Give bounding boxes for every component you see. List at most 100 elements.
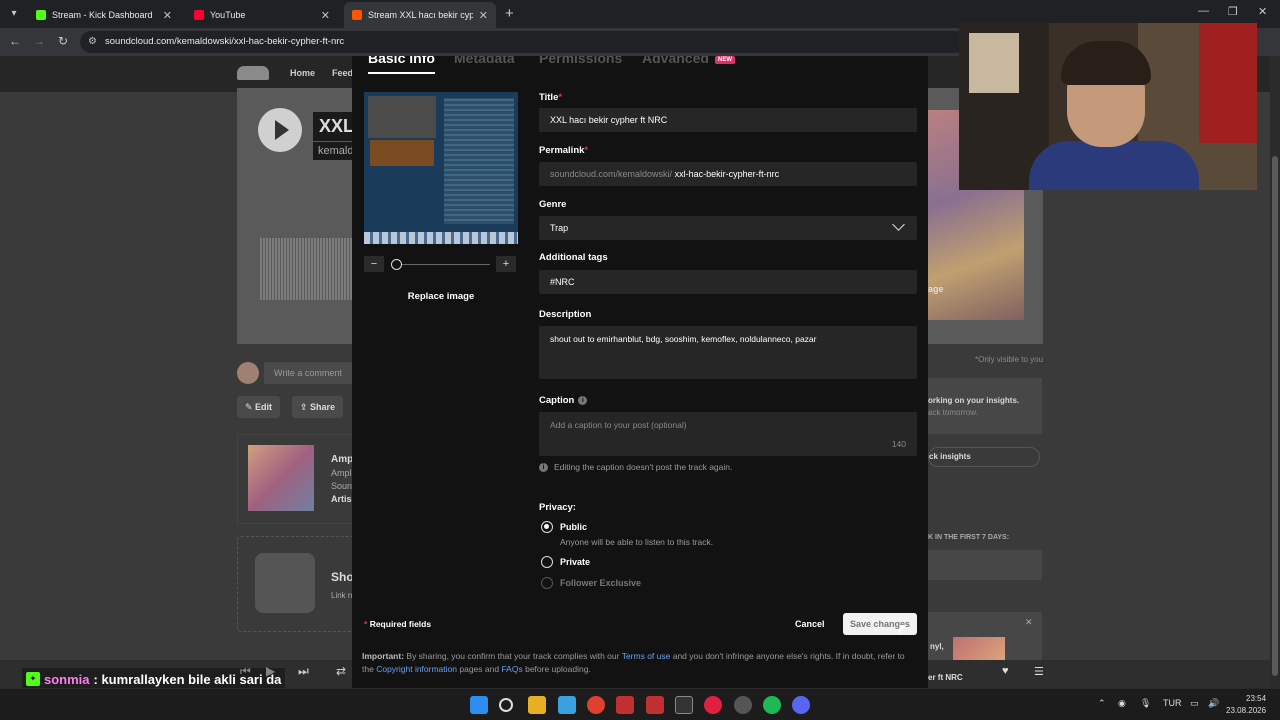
language-indicator[interactable]: TUR (1163, 698, 1182, 708)
tags-input[interactable]: #NRC (539, 270, 917, 294)
app-icon[interactable] (616, 696, 634, 714)
description-label: Description (539, 309, 592, 320)
start-icon[interactable] (470, 696, 488, 714)
zoom-in-button[interactable]: + (496, 256, 516, 272)
insights-panel (928, 378, 1042, 434)
address-bar[interactable]: ⚙ soundcloud.com/kemaldowski/xxl-hac-bek… (80, 31, 980, 53)
close-window-icon[interactable]: ✕ (1258, 5, 1267, 18)
site-info-icon[interactable]: ⚙ (88, 31, 97, 53)
youtube-icon (194, 10, 204, 20)
volume-icon[interactable]: 🔊 (1208, 698, 1219, 709)
tab-label: Stream - Kick Dashboard (52, 10, 153, 20)
tab-search-icon[interactable]: ▾ (6, 6, 22, 22)
genre-label: Genre (539, 199, 567, 210)
chrome-icon[interactable] (587, 696, 605, 714)
comment-input[interactable]: Write a comment (264, 362, 364, 384)
tab-label: YouTube (210, 10, 246, 20)
spotify-icon[interactable] (763, 696, 781, 714)
media-icon[interactable] (704, 696, 722, 714)
tab-youtube[interactable]: YouTube ✕ (186, 2, 338, 28)
search-icon[interactable] (499, 698, 513, 712)
privacy-private-radio[interactable] (541, 556, 553, 568)
related-art[interactable] (248, 445, 314, 511)
waveform[interactable] (260, 238, 360, 300)
chevron-down-icon (892, 218, 905, 231)
edit-button[interactable]: ✎ Edit (237, 396, 281, 418)
permalink-input[interactable]: soundcloud.com/kemaldowski/ xxl-hac-beki… (539, 162, 917, 186)
show-sub: Link n (331, 591, 353, 600)
back-icon[interactable]: ← (7, 34, 23, 48)
genre-select[interactable]: Trap (539, 216, 917, 240)
copyright-link[interactable]: Copyright information (376, 664, 457, 674)
nav-home[interactable]: Home (290, 68, 315, 78)
title-input[interactable]: XXL hacı bekir cypher ft NRC (539, 108, 917, 132)
info-icon[interactable]: i (578, 395, 588, 405)
important-text: By sharing, you confirm that your track … (406, 651, 620, 661)
close-icon[interactable]: ✕ (479, 9, 488, 22)
close-icon[interactable]: ✕ (1025, 617, 1033, 628)
restore-icon[interactable]: ❐ (1228, 5, 1238, 18)
privacy-public-radio[interactable] (541, 521, 553, 533)
edit-track-modal: Basic info Metadata Permissions Advanced… (352, 56, 928, 688)
soundcloud-icon (352, 10, 362, 20)
caption-note-text: Editing the caption doesn't post the tra… (554, 462, 733, 472)
tab-metadata[interactable]: Metadata (454, 56, 515, 66)
close-icon[interactable]: ✕ (163, 9, 172, 22)
replace-image-button[interactable]: Replace image (364, 291, 518, 302)
share-button[interactable]: ⇪ Share (292, 396, 344, 418)
required-fields-text: Required fields (369, 619, 432, 629)
artwork-preview[interactable] (364, 92, 518, 244)
discord-tray-icon[interactable]: ◉ (1118, 698, 1126, 709)
insights-sub: ack tomorrow. (928, 408, 978, 417)
caption-label-text: Caption (539, 395, 575, 406)
insights-button[interactable]: ck insights (928, 447, 1040, 467)
faqs-link[interactable]: FAQs (501, 664, 522, 674)
soundcloud-logo[interactable] (237, 66, 269, 80)
play-button[interactable] (258, 108, 302, 152)
zoom-slider[interactable] (394, 264, 490, 265)
nav-feed[interactable]: Feed (332, 68, 353, 78)
file-explorer-icon[interactable] (528, 696, 546, 714)
reload-icon[interactable]: ↻ (55, 34, 71, 48)
webcam-overlay (959, 23, 1257, 190)
microphone-icon[interactable]: 🎙 (1140, 698, 1151, 709)
minimize-icon[interactable]: — (1198, 5, 1209, 17)
save-changes-button[interactable]: Save changes (843, 613, 917, 635)
obs-icon[interactable] (675, 696, 693, 714)
shuffle-icon[interactable]: ⇄ (336, 664, 346, 678)
app-icon[interactable] (734, 696, 752, 714)
forward-icon[interactable]: → (31, 34, 47, 48)
edit-label: Edit (255, 402, 273, 412)
tab-basic-info[interactable]: Basic info (368, 56, 435, 74)
chat-message: : kumrallayken bile akli sari da (93, 671, 282, 687)
scrollbar-thumb[interactable] (1272, 156, 1278, 676)
tab-advanced[interactable]: Advanced (642, 56, 709, 66)
description-textarea[interactable]: shout out to emirhanblut, bdg, sooshim, … (539, 326, 917, 379)
zoom-slider-handle[interactable] (391, 259, 402, 270)
monitor-icon[interactable]: ▭ (1190, 698, 1199, 709)
cancel-button[interactable]: Cancel (789, 613, 831, 635)
heart-icon[interactable]: ♥ (1002, 665, 1009, 677)
next-icon[interactable]: ⏭ (298, 664, 309, 679)
tab-soundcloud[interactable]: Stream XXL hacı bekir cypher ft ✕ (344, 2, 496, 28)
zoom-out-button[interactable]: − (364, 256, 384, 272)
avatar (237, 362, 259, 384)
privacy-follower-label[interactable]: Follower Exclusive (560, 578, 641, 588)
photos-icon[interactable] (558, 696, 576, 714)
privacy-public-label[interactable]: Public (560, 522, 587, 532)
tab-kick-dashboard[interactable]: Stream - Kick Dashboard ✕ (28, 2, 180, 28)
close-icon[interactable]: ✕ (321, 9, 330, 22)
privacy-follower-radio[interactable] (541, 577, 553, 589)
discord-icon[interactable] (792, 696, 810, 714)
clock[interactable]: 23:54 23.08.2026 (1226, 693, 1266, 717)
playing-title: er ft NRC (928, 673, 963, 682)
related-line: Artis (331, 494, 352, 504)
new-tab-button[interactable]: + (505, 5, 514, 22)
terms-link[interactable]: Terms of use (622, 651, 671, 661)
queue-icon[interactable]: ☰ (1034, 665, 1044, 678)
tab-permissions[interactable]: Permissions (539, 56, 622, 66)
chevron-up-icon[interactable]: ⌃ (1098, 698, 1106, 709)
privacy-private-label[interactable]: Private (560, 557, 590, 567)
caption-textarea[interactable]: Add a caption to your post (optional) 14… (539, 412, 917, 456)
app-icon[interactable] (646, 696, 664, 714)
